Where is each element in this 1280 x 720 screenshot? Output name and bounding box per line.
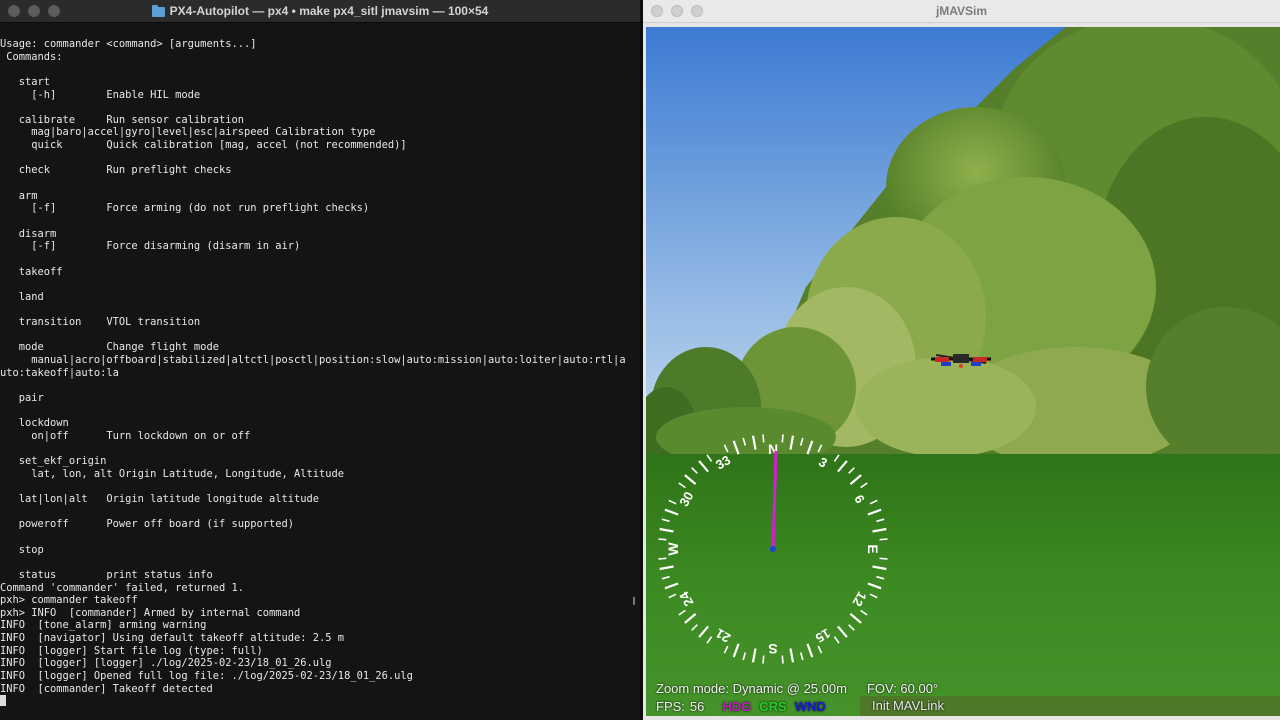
status-message: Init MAVLink xyxy=(860,696,1280,716)
terminal-line: INFO [logger] [logger] ./log/2025-02-23/… xyxy=(0,657,332,670)
hud-info: Zoom mode: Dynamic @ 25.00m FOV: 60.00° xyxy=(656,681,938,696)
crs-indicator: CRS xyxy=(759,698,787,714)
terminal-line: Usage: commander <command> [arguments...… xyxy=(0,38,257,50)
terminal-output[interactable]: Usage: commander <command> [arguments...… xyxy=(0,38,640,720)
fps-label: FPS: xyxy=(656,698,685,714)
fps-value: 56 xyxy=(689,698,705,714)
terminal-line: land xyxy=(0,290,44,303)
sim-status-bar: FPS: 56 HDG CRS WND Init MAVLink xyxy=(646,696,1280,716)
close-button[interactable] xyxy=(651,5,663,17)
terminal-line: Command 'commander' failed, returned 1. xyxy=(0,581,244,594)
terminal-line: disarm xyxy=(0,227,57,240)
compass-tick xyxy=(762,434,765,443)
fov-readout: FOV: 60.00° xyxy=(866,681,939,696)
terminal-line: Commands: xyxy=(0,50,63,63)
terminal-line: on|off Turn lockdown on or off xyxy=(0,429,251,442)
terminal-line: takeoff xyxy=(0,265,63,278)
compass-tick xyxy=(658,538,667,541)
compass-tick xyxy=(658,557,667,560)
terminal-line: stop xyxy=(0,543,44,556)
compass-label: S xyxy=(768,641,777,657)
terminal-line: pair xyxy=(0,391,44,404)
wnd-indicator: WND xyxy=(794,698,826,714)
terminal-line: INFO [logger] Opened full log file: ./lo… xyxy=(0,670,413,683)
terminal-line: [-h] Enable HIL mode xyxy=(0,88,201,101)
scene: N36E1215S2124W3033 xyxy=(646,27,1280,716)
terminal-line: [-f] Force arming (do not run preflight … xyxy=(0,202,370,215)
jmavsim-window[interactable]: jMAVSim N 3 6 E 12 15 S 21 24 W 30 33 Zo… xyxy=(643,0,1280,720)
window-controls xyxy=(651,5,703,17)
terminal-line: calibrate Run sensor calibration xyxy=(0,113,244,126)
compass-label: W xyxy=(665,542,681,556)
terminal-line: INFO [navigator] Using default takeoff a… xyxy=(0,632,345,645)
compass-tick xyxy=(781,434,784,443)
sim-title: jMAVSim xyxy=(935,4,988,18)
terminal-line: lockdown xyxy=(0,417,69,430)
terminal-line: INFO [tone_alarm] arming warning xyxy=(0,619,207,632)
terminal-line: quick Quick calibration [mag, accel (not… xyxy=(0,139,407,152)
close-button[interactable] xyxy=(8,5,20,17)
terminal-line: set_ekf_origin xyxy=(0,455,107,468)
terminal-window[interactable]: PX4-Autopilot — px4 • make px4_sitl jmav… xyxy=(0,0,640,720)
terminal-line: mag|baro|accel|gyro|level|esc|airspeed C… xyxy=(0,126,376,139)
hdg-indicator: HDG xyxy=(722,698,752,714)
terminal-line: pxh> commander takeoff xyxy=(0,594,138,607)
terminal-line: mode Change flight mode xyxy=(0,341,219,354)
compass-tick xyxy=(781,655,784,664)
terminal-line: transition VTOL transition xyxy=(0,316,201,329)
terminal-line: [-f] Force disarming (disarm in air) xyxy=(0,240,301,253)
zoom-button[interactable] xyxy=(691,5,703,17)
window-controls xyxy=(8,5,60,17)
grass xyxy=(646,454,1280,716)
terminal-prompt-line[interactable] xyxy=(0,695,640,708)
terminal-titlebar[interactable]: PX4-Autopilot — px4 • make px4_sitl jmav… xyxy=(0,0,640,23)
compass-tick xyxy=(762,655,765,664)
needle-center xyxy=(770,546,776,552)
minimize-button[interactable] xyxy=(671,5,683,17)
minimize-button[interactable] xyxy=(28,5,40,17)
terminal-title: PX4-Autopilot — px4 • make px4_sitl jmav… xyxy=(169,4,489,18)
compass-label: E xyxy=(865,544,881,553)
terminal-line: lat, lon, alt Origin Latitude, Longitude… xyxy=(0,467,345,480)
terminal-line: pxh> INFO [commander] Armed by internal … xyxy=(0,606,301,619)
terminal-line: arm xyxy=(0,189,38,202)
terminal-line: INFO [commander] Takeoff detected xyxy=(0,682,213,695)
sim-titlebar[interactable]: jMAVSim xyxy=(643,0,1280,23)
terminal-line: manual|acro|offboard|stabilized|altctl|p… xyxy=(0,354,626,367)
compass-tick xyxy=(879,557,888,560)
terminal-line: start xyxy=(0,75,51,88)
terminal-line: poweroff Power off board (if supported) xyxy=(0,518,295,531)
compass-tick xyxy=(879,538,888,541)
zoom-mode: Zoom mode: Dynamic @ 25.00m xyxy=(656,681,847,696)
folder-icon xyxy=(151,5,165,17)
zoom-button[interactable] xyxy=(48,5,60,17)
terminal-line: uto:takeoff|auto:la xyxy=(0,366,119,379)
terminal-line: check Run preflight checks xyxy=(0,164,232,177)
terminal-line: lat|lon|alt Origin latitude longitude al… xyxy=(0,493,320,506)
text-cursor xyxy=(0,695,6,707)
3d-viewport[interactable]: N 3 6 E 12 15 S 21 24 W 30 33 Zoom mode: Dynamic @ … xyxy=(646,27,1280,716)
terminal-line: INFO [logger] Start file log (type: full… xyxy=(0,644,263,657)
terminal-line: status print status info xyxy=(0,568,213,581)
scroll-indicator[interactable] xyxy=(633,597,635,605)
